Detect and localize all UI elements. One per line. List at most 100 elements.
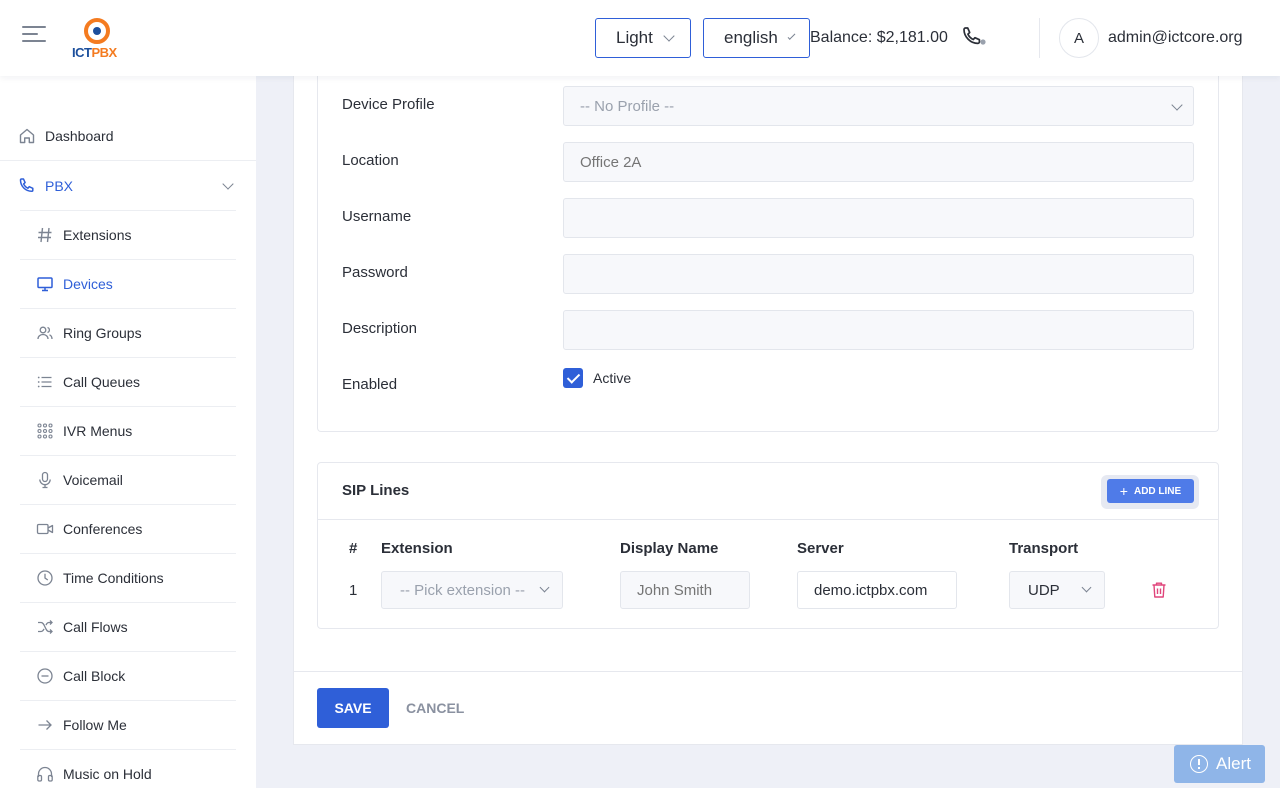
device-profile-select[interactable]: -- No Profile -- <box>563 86 1194 126</box>
sidebar-item-ivr-menus[interactable]: IVR Menus <box>20 406 236 455</box>
sidebar-item-conferences[interactable]: Conferences <box>20 504 236 553</box>
sidebar-item-devices[interactable]: Devices <box>20 259 236 308</box>
cancel-button[interactable]: CANCEL <box>406 688 464 728</box>
column-header-server: Server <box>797 540 844 557</box>
server-input[interactable] <box>797 571 957 609</box>
sidebar-item-label: Ring Groups <box>63 325 142 341</box>
device-profile-label: Device Profile <box>342 96 435 113</box>
theme-select-value: Light <box>616 28 653 47</box>
sip-line-number: 1 <box>349 582 358 599</box>
chevron-down-icon <box>1081 582 1092 593</box>
sidebar-item-label: Time Conditions <box>63 570 164 586</box>
language-select[interactable]: english <box>703 18 810 58</box>
username-label: Username <box>342 208 412 225</box>
username-input[interactable] <box>563 198 1194 238</box>
header-divider <box>1039 18 1040 58</box>
hash-icon <box>38 227 52 243</box>
location-input[interactable] <box>563 142 1194 182</box>
logo-text-ict: ICT <box>72 45 92 60</box>
ictpbx-logo[interactable]: ICTPBX <box>72 16 126 60</box>
add-line-button[interactable]: + ADD LINE <box>1107 479 1194 503</box>
grid-icon <box>37 423 53 439</box>
active-checkbox-label[interactable]: Active <box>593 370 631 386</box>
theme-select[interactable]: Light <box>595 18 691 58</box>
user-email[interactable]: admin@ictcore.org <box>1108 29 1243 47</box>
sip-lines-title: SIP Lines <box>342 482 410 499</box>
description-label: Description <box>342 320 418 337</box>
pbx-submenu: Extensions Devices Ring Groups Call Queu… <box>20 210 236 798</box>
sidebar-item-label: Follow Me <box>63 717 127 733</box>
minus-circle-icon <box>37 668 53 684</box>
sip-lines-divider <box>318 519 1218 520</box>
top-header: ICTPBX Light english Balance: $2,181.00 … <box>0 0 1280 76</box>
sidebar-item-label: Conferences <box>63 521 143 537</box>
sidebar-item-time-conditions[interactable]: Time Conditions <box>20 553 236 602</box>
form-footer-divider <box>293 671 1243 672</box>
column-header-transport: Transport <box>1009 540 1079 557</box>
monitor-icon <box>37 277 53 292</box>
logo-mark-icon <box>84 18 110 44</box>
chevron-down-icon <box>539 582 550 593</box>
sidebar-item-call-queues[interactable]: Call Queues <box>20 357 236 406</box>
sidebar-item-dashboard[interactable]: Dashboard <box>0 112 256 161</box>
clock-icon <box>37 570 53 586</box>
balance-display: Balance: $2,181.00 <box>810 29 948 46</box>
sidebar-item-follow-me[interactable]: Follow Me <box>20 700 236 749</box>
transport-select-value: UDP <box>1028 581 1060 599</box>
delete-line-trash-icon[interactable] <box>1151 581 1167 599</box>
shuffle-icon <box>38 620 53 634</box>
description-input[interactable] <box>563 310 1194 350</box>
plus-icon: + <box>1119 482 1128 499</box>
password-label: Password <box>342 264 408 281</box>
hamburger-menu-icon[interactable] <box>22 26 46 48</box>
save-button[interactable]: SAVE <box>317 688 389 728</box>
users-icon <box>37 326 53 340</box>
sidebar-item-call-flows[interactable]: Call Flows <box>20 602 236 651</box>
video-icon <box>36 523 54 535</box>
sidebar-item-pbx[interactable]: PBX <box>0 161 256 210</box>
sidebar-item-label: Voicemail <box>63 472 123 488</box>
sidebar-item-label: Call Queues <box>63 374 141 390</box>
logo-text-pbx: PBX <box>91 45 117 60</box>
chevron-down-icon <box>1171 99 1183 111</box>
sidebar-item-call-block[interactable]: Call Block <box>20 651 236 700</box>
sidebar-item-label: Dashboard <box>45 128 114 144</box>
sidebar-item-label: IVR Menus <box>63 423 133 439</box>
alert-circle-icon <box>1190 755 1208 773</box>
sidebar-item-music-on-hold[interactable]: Music on Hold <box>20 749 236 798</box>
column-header-number: # <box>349 540 358 557</box>
phone-status-icon[interactable] <box>960 26 988 50</box>
page-bottom-strip <box>256 788 1280 800</box>
home-icon <box>19 128 35 144</box>
sidebar-item-label: Extensions <box>63 227 132 243</box>
enabled-label: Enabled <box>342 376 398 393</box>
alert-button[interactable]: Alert <box>1174 745 1265 783</box>
active-checkbox[interactable] <box>563 368 583 388</box>
sidebar-item-ring-groups[interactable]: Ring Groups <box>20 308 236 357</box>
arrow-right-icon <box>38 720 52 730</box>
device-profile-value: -- No Profile -- <box>580 97 675 115</box>
sidebar-item-label: Devices <box>63 276 113 292</box>
language-select-value: english <box>724 28 778 47</box>
alert-label: Alert <box>1216 754 1251 773</box>
column-header-extension: Extension <box>381 540 453 557</box>
column-header-display-name: Display Name <box>620 540 719 557</box>
sidebar-item-voicemail[interactable]: Voicemail <box>20 455 236 504</box>
display-name-input[interactable] <box>620 571 750 609</box>
chevron-down-icon <box>787 32 796 40</box>
chevron-down-icon <box>663 30 675 42</box>
password-input[interactable] <box>563 254 1194 294</box>
extension-select-value: -- Pick extension -- <box>400 581 526 599</box>
sidebar-item-label: Call Block <box>63 668 126 684</box>
transport-select[interactable]: UDP <box>1009 571 1105 609</box>
mic-icon <box>39 471 51 489</box>
phone-icon <box>19 177 34 192</box>
sidebar: Dashboard PBX Extensions Devices Ring Gr… <box>0 76 256 800</box>
extension-select[interactable]: -- Pick extension -- <box>381 571 563 609</box>
list-icon <box>37 376 52 388</box>
chevron-down-icon[interactable] <box>222 178 234 190</box>
sidebar-item-extensions[interactable]: Extensions <box>20 210 236 259</box>
location-label: Location <box>342 152 399 169</box>
sidebar-item-label: Call Flows <box>63 619 128 635</box>
avatar[interactable]: A <box>1059 18 1099 58</box>
